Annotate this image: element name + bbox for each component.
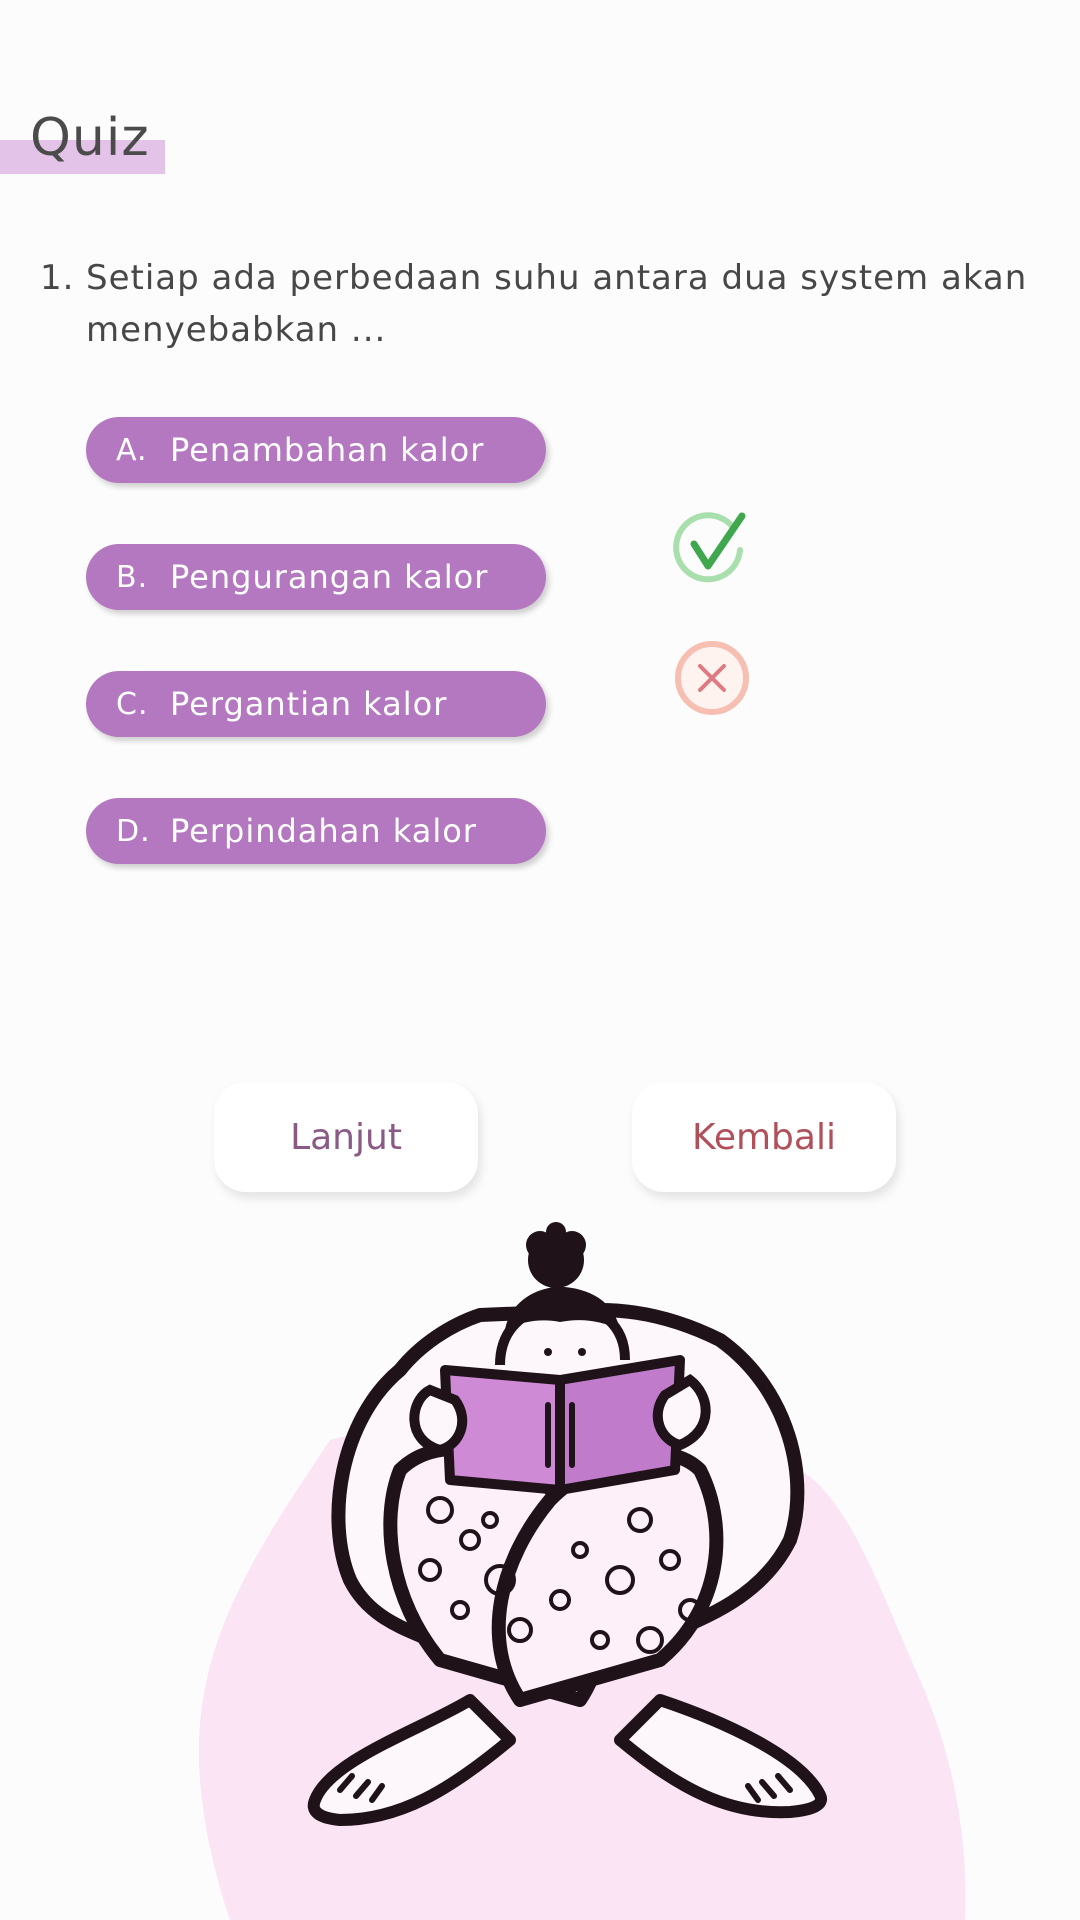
option-label: Perpindahan kalor: [170, 812, 477, 850]
option-c-button[interactable]: C. Pergantian kalor: [86, 671, 546, 737]
option-d-button[interactable]: D. Perpindahan kalor: [86, 798, 546, 864]
back-button[interactable]: Kembali: [632, 1082, 896, 1192]
person-reading-book-illustration: [0, 1200, 1080, 1920]
question-text: Setiap ada perbedaan suhu antara dua sys…: [86, 258, 1028, 350]
option-label: Penambahan kalor: [170, 431, 485, 469]
option-letter: A.: [116, 432, 148, 468]
question-number: 1.: [40, 258, 75, 298]
option-label: Pengurangan kalor: [170, 558, 489, 596]
page-header: Quiz: [0, 100, 170, 180]
option-a-button[interactable]: A. Penambahan kalor: [86, 417, 546, 483]
option-letter: C.: [116, 686, 149, 722]
close-circle-icon: [672, 638, 752, 718]
next-button[interactable]: Lanjut: [214, 1082, 478, 1192]
option-b-button[interactable]: B. Pengurangan kalor: [86, 544, 546, 610]
option-label: Pergantian kalor: [170, 685, 448, 723]
option-letter: D.: [116, 813, 151, 849]
option-letter: B.: [116, 559, 149, 595]
page-title: Quiz: [30, 108, 150, 168]
check-circle-icon: [672, 508, 752, 588]
